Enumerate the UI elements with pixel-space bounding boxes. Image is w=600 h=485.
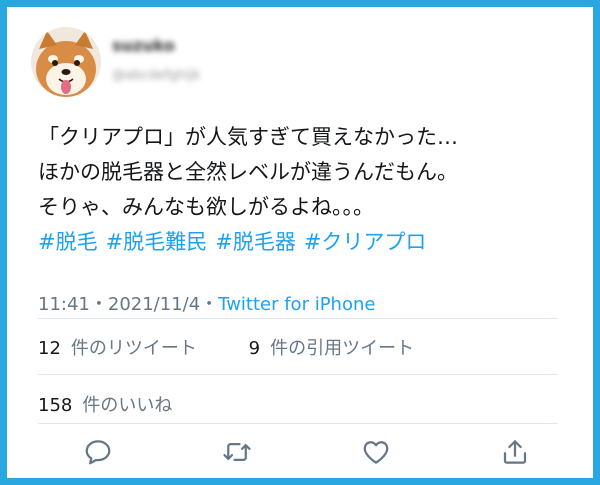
share-icon: [503, 440, 527, 464]
likes-label: 件のいいね: [82, 395, 173, 416]
reply-icon: [85, 440, 111, 465]
quotes-count: 9: [248, 338, 261, 359]
tweet-date[interactable]: 2021/11/4: [108, 294, 200, 315]
avatar[interactable]: [31, 27, 101, 97]
tweet-card: suzuko @abcdefghijk 「クリアプロ」が人気すぎて買えなかった……: [14, 14, 586, 471]
heart-icon: [363, 441, 389, 464]
hashtag-link[interactable]: #脱毛難民: [106, 230, 208, 254]
tweet-source-link[interactable]: Twitter for iPhone: [218, 294, 375, 315]
likes-count: 158: [38, 395, 73, 416]
retweet-button[interactable]: [217, 432, 257, 472]
like-button[interactable]: [356, 432, 396, 472]
tweet-metadata: 11:41・2021/11/4・Twitter for iPhone: [38, 290, 375, 316]
likes-stat[interactable]: 158 件のいいね: [38, 391, 172, 417]
tweet-text: 「クリアプロ」が人気すぎて買えなかった… ほかの脱毛器と全然レベルが違うんだもん…: [38, 120, 566, 260]
retweets-label: 件のリツイート: [70, 338, 197, 359]
quotes-label: 件の引用ツイート: [270, 338, 415, 359]
tweet-text-line: ほかの脱毛器と全然レベルが違うんだもん。: [38, 160, 458, 184]
reply-button[interactable]: [78, 432, 118, 472]
screenshot-frame: suzuko @abcdefghijk 「クリアプロ」が人気すぎて買えなかった……: [0, 0, 600, 485]
retweets-count: 12: [38, 338, 61, 359]
hashtag-list: #脱毛 #脱毛難民 #脱毛器 #クリアプロ: [38, 225, 566, 260]
tweet-actions-bar: [14, 432, 586, 476]
quote-tweets-stat[interactable]: 9 件の引用ツイート: [249, 334, 414, 360]
shiba-dog-avatar-image: [31, 27, 101, 97]
retweets-stat[interactable]: 12 件のリツイート: [38, 334, 197, 360]
divider: [38, 423, 558, 424]
user-handle[interactable]: @abcdefghijk: [112, 68, 200, 83]
likes-row: 158 件のいいね: [38, 391, 558, 417]
hashtag-link[interactable]: #脱毛器: [215, 230, 296, 254]
share-button[interactable]: [495, 432, 535, 472]
divider: [38, 318, 558, 319]
stats-row: 12 件のリツイート 9 件の引用ツイート: [38, 334, 558, 360]
meta-separator: ・: [200, 294, 219, 315]
hashtag-link[interactable]: #脱毛: [38, 230, 98, 254]
tweet-time[interactable]: 11:41: [38, 294, 90, 315]
display-name[interactable]: suzuko: [112, 36, 175, 55]
meta-separator: ・: [89, 294, 108, 315]
divider: [38, 374, 558, 375]
hashtag-link[interactable]: #クリアプロ: [304, 230, 427, 254]
retweet-icon: [223, 443, 251, 461]
tweet-text-line: 「クリアプロ」が人気すぎて買えなかった…: [38, 125, 458, 149]
tweet-text-line: そりゃ、みんなも欲しがるよね。。。: [38, 195, 374, 219]
